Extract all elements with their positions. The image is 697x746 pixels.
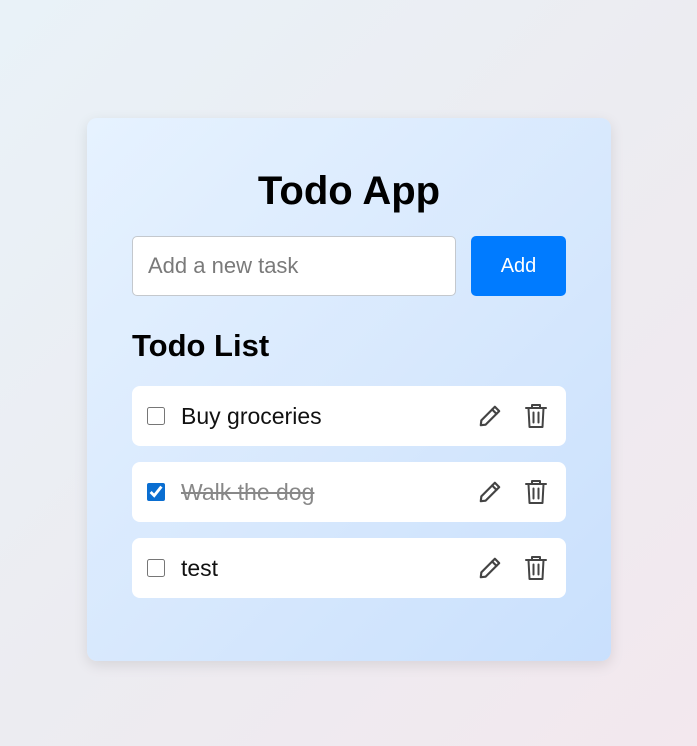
add-task-row: Add (132, 236, 566, 296)
trash-icon[interactable] (522, 554, 550, 582)
pencil-icon[interactable] (476, 554, 504, 582)
todo-checkbox[interactable] (147, 559, 165, 577)
trash-icon[interactable] (522, 478, 550, 506)
list-title: Todo List (132, 328, 270, 363)
pencil-icon[interactable] (476, 402, 504, 430)
app-title: Todo App (257, 169, 441, 213)
todo-checkbox[interactable] (147, 407, 165, 425)
todo-text: Buy groceries (181, 402, 322, 429)
todo-item: test (132, 538, 566, 598)
todo-text: test (181, 554, 219, 581)
add-button[interactable]: Add (471, 236, 566, 296)
trash-icon[interactable] (522, 402, 550, 430)
todo-list: Buy groceries Walk the dog test (132, 386, 566, 598)
todo-item: Buy groceries (132, 386, 566, 446)
todo-text: Walk the dog (181, 478, 315, 505)
pencil-icon[interactable] (476, 478, 504, 506)
new-task-input[interactable] (132, 236, 456, 296)
todo-card: Todo App Add Todo List Buy groceries (87, 118, 611, 661)
todo-item: Walk the dog (132, 462, 566, 522)
todo-checkbox[interactable] (147, 483, 165, 501)
